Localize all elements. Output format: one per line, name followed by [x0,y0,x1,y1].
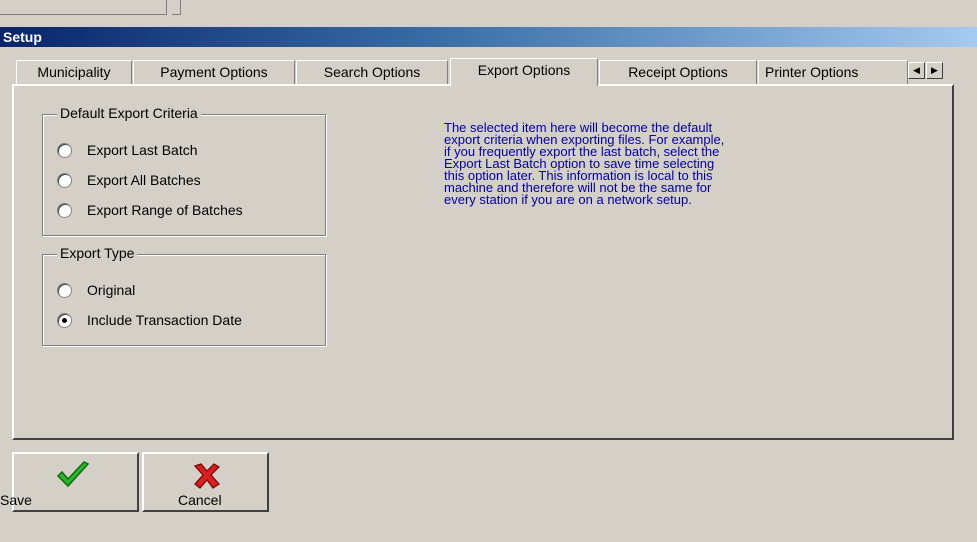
red-x-icon [193,463,220,489]
save-label: Save [0,492,32,508]
background-cell [172,0,181,15]
background-strip [0,0,977,18]
tab-label: Payment Options [160,64,268,80]
radio-label: Export Last Batch [87,142,198,158]
background-cell [0,0,167,15]
radio-label: Export All Batches [87,172,201,188]
radio-button-icon[interactable] [57,203,72,218]
export-options-panel: Default Export Criteria Export Last Batc… [12,84,954,440]
radio-label: Original [87,282,136,298]
tab-municipality[interactable]: Municipality [16,60,132,84]
tab-label: Export Options [477,62,571,78]
radio-label: Include Transaction Date [87,312,242,328]
tab-scroll-left-button[interactable]: ◀ [908,62,925,79]
cancel-button[interactable]: Cancel [142,452,269,512]
tab-label: Printer Options [765,64,859,80]
left-arrow-icon: ◀ [913,65,920,75]
tab-printer-options[interactable]: Printer Options [758,60,908,84]
tab-label: Municipality [37,64,111,80]
radio-button-icon[interactable] [57,313,72,328]
radio-button-icon[interactable] [57,283,72,298]
group-legend: Default Export Criteria [57,105,201,121]
window-titlebar[interactable]: Setup [0,27,977,47]
group-legend: Export Type [57,245,138,261]
info-line: every station if you are on a network se… [444,192,692,207]
tab-label: Receipt Options [628,64,728,80]
radio-label: Export Range of Batches [87,202,243,218]
save-button[interactable]: Save [0,452,139,512]
tab-label: Search Options [323,64,421,80]
radio-selected-dot [62,318,67,323]
tab-payment-options[interactable]: Payment Options [133,60,295,84]
tab-scroll-right-button[interactable]: ▶ [926,62,943,79]
tab-receipt-options[interactable]: Receipt Options [599,60,757,84]
tab-search-options[interactable]: Search Options [296,60,448,84]
cancel-label: Cancel [178,492,222,508]
export-type-group: Export Type Original Include Transaction… [42,245,326,346]
tab-export-options[interactable]: Export Options [450,58,598,86]
default-export-criteria-group: Default Export Criteria Export Last Batc… [42,105,326,236]
window-title: Setup [3,29,42,45]
radio-button-icon[interactable] [57,143,72,158]
export-info-text: The selected item here will become the d… [444,121,914,207]
radio-button-icon[interactable] [57,173,72,188]
green-checkmark-icon [56,461,90,488]
right-arrow-icon: ▶ [931,65,938,75]
